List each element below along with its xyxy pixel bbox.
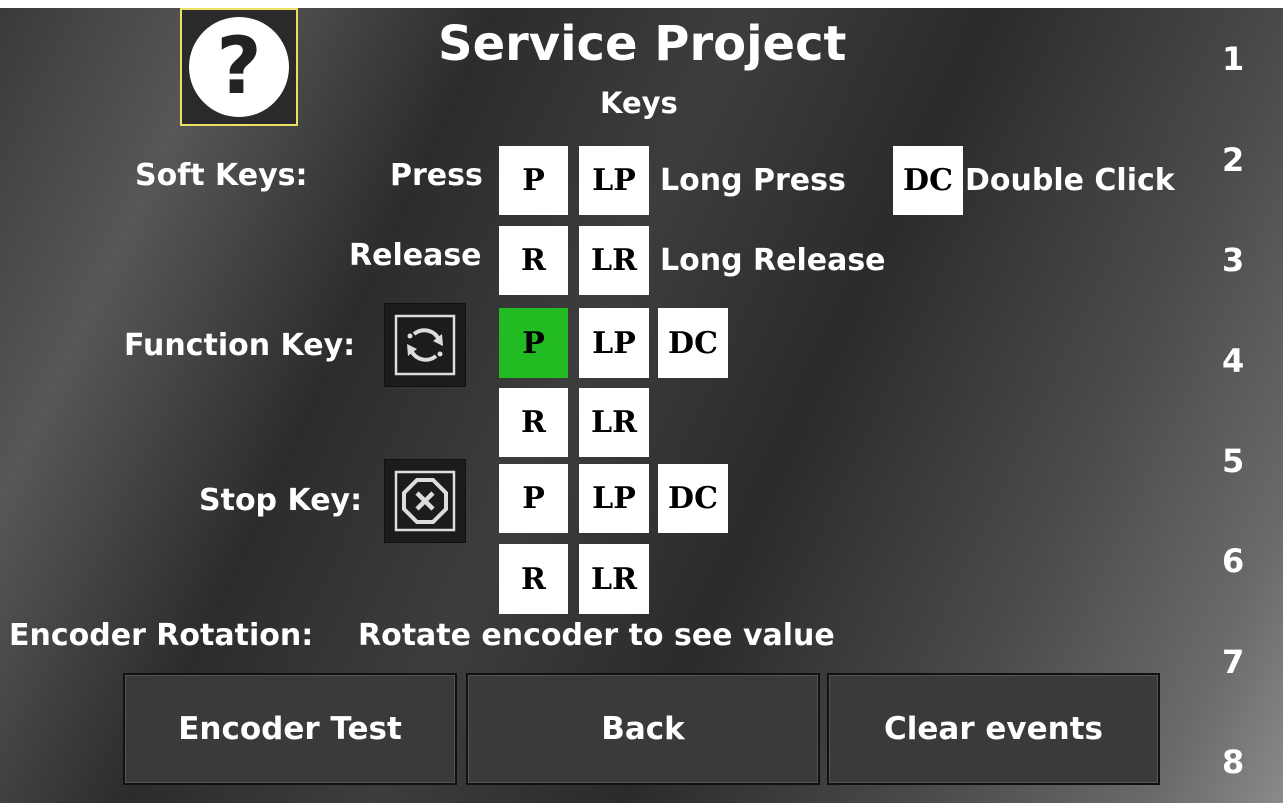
- function-key-label: Function Key:: [124, 328, 356, 363]
- encoder-rotation-label: Encoder Rotation:: [9, 618, 314, 653]
- side-number-1: 1: [1222, 40, 1245, 78]
- soft-keys-label: Soft Keys:: [135, 158, 308, 193]
- function-key-press: P: [499, 308, 568, 378]
- stop-key-button[interactable]: [384, 459, 466, 543]
- page-title: Service Project: [438, 16, 847, 72]
- soft-key-double-click: DC: [893, 146, 963, 215]
- stop-key-double-click: DC: [658, 464, 728, 533]
- stop-key-release: R: [499, 544, 568, 614]
- function-key-long-press: LP: [579, 308, 649, 378]
- side-number-7: 7: [1222, 643, 1245, 681]
- press-label: Press: [390, 158, 483, 193]
- clear-events-button[interactable]: Clear events: [827, 673, 1160, 785]
- soft-key-press: P: [499, 146, 568, 215]
- back-button[interactable]: Back: [466, 673, 820, 785]
- soft-key-long-press: LP: [579, 146, 649, 215]
- encoder-test-button[interactable]: Encoder Test: [123, 673, 457, 785]
- release-label: Release: [349, 238, 482, 273]
- function-key-long-release: LR: [579, 388, 649, 457]
- function-key-release: R: [499, 388, 568, 457]
- page-subtitle: Keys: [600, 86, 678, 120]
- stop-key-label: Stop Key:: [199, 483, 363, 518]
- encoder-rotation-value: Rotate encoder to see value: [358, 618, 835, 653]
- side-number-3: 3: [1222, 241, 1245, 279]
- rotate-arrows-icon: [394, 314, 456, 376]
- soft-key-long-release: LR: [579, 226, 649, 295]
- soft-key-release: R: [499, 226, 568, 295]
- screen: ? Service Project Keys Soft Keys: Press …: [0, 8, 1283, 803]
- side-number-5: 5: [1222, 442, 1245, 480]
- question-mark-icon: ?: [189, 17, 289, 117]
- long-release-text: Long Release: [660, 243, 886, 278]
- stop-key-press: P: [499, 464, 568, 533]
- help-button[interactable]: ?: [180, 8, 298, 126]
- side-number-6: 6: [1222, 542, 1245, 580]
- function-key-button[interactable]: [384, 303, 466, 387]
- double-click-text: Double Click: [965, 163, 1175, 198]
- stop-key-long-release: LR: [579, 544, 649, 614]
- side-number-4: 4: [1222, 342, 1245, 380]
- side-number-2: 2: [1222, 141, 1245, 179]
- side-number-8: 8: [1222, 743, 1245, 781]
- stop-x-icon: [394, 470, 456, 532]
- function-key-double-click: DC: [658, 308, 728, 378]
- stop-key-long-press: LP: [579, 464, 649, 533]
- long-press-text: Long Press: [660, 163, 846, 198]
